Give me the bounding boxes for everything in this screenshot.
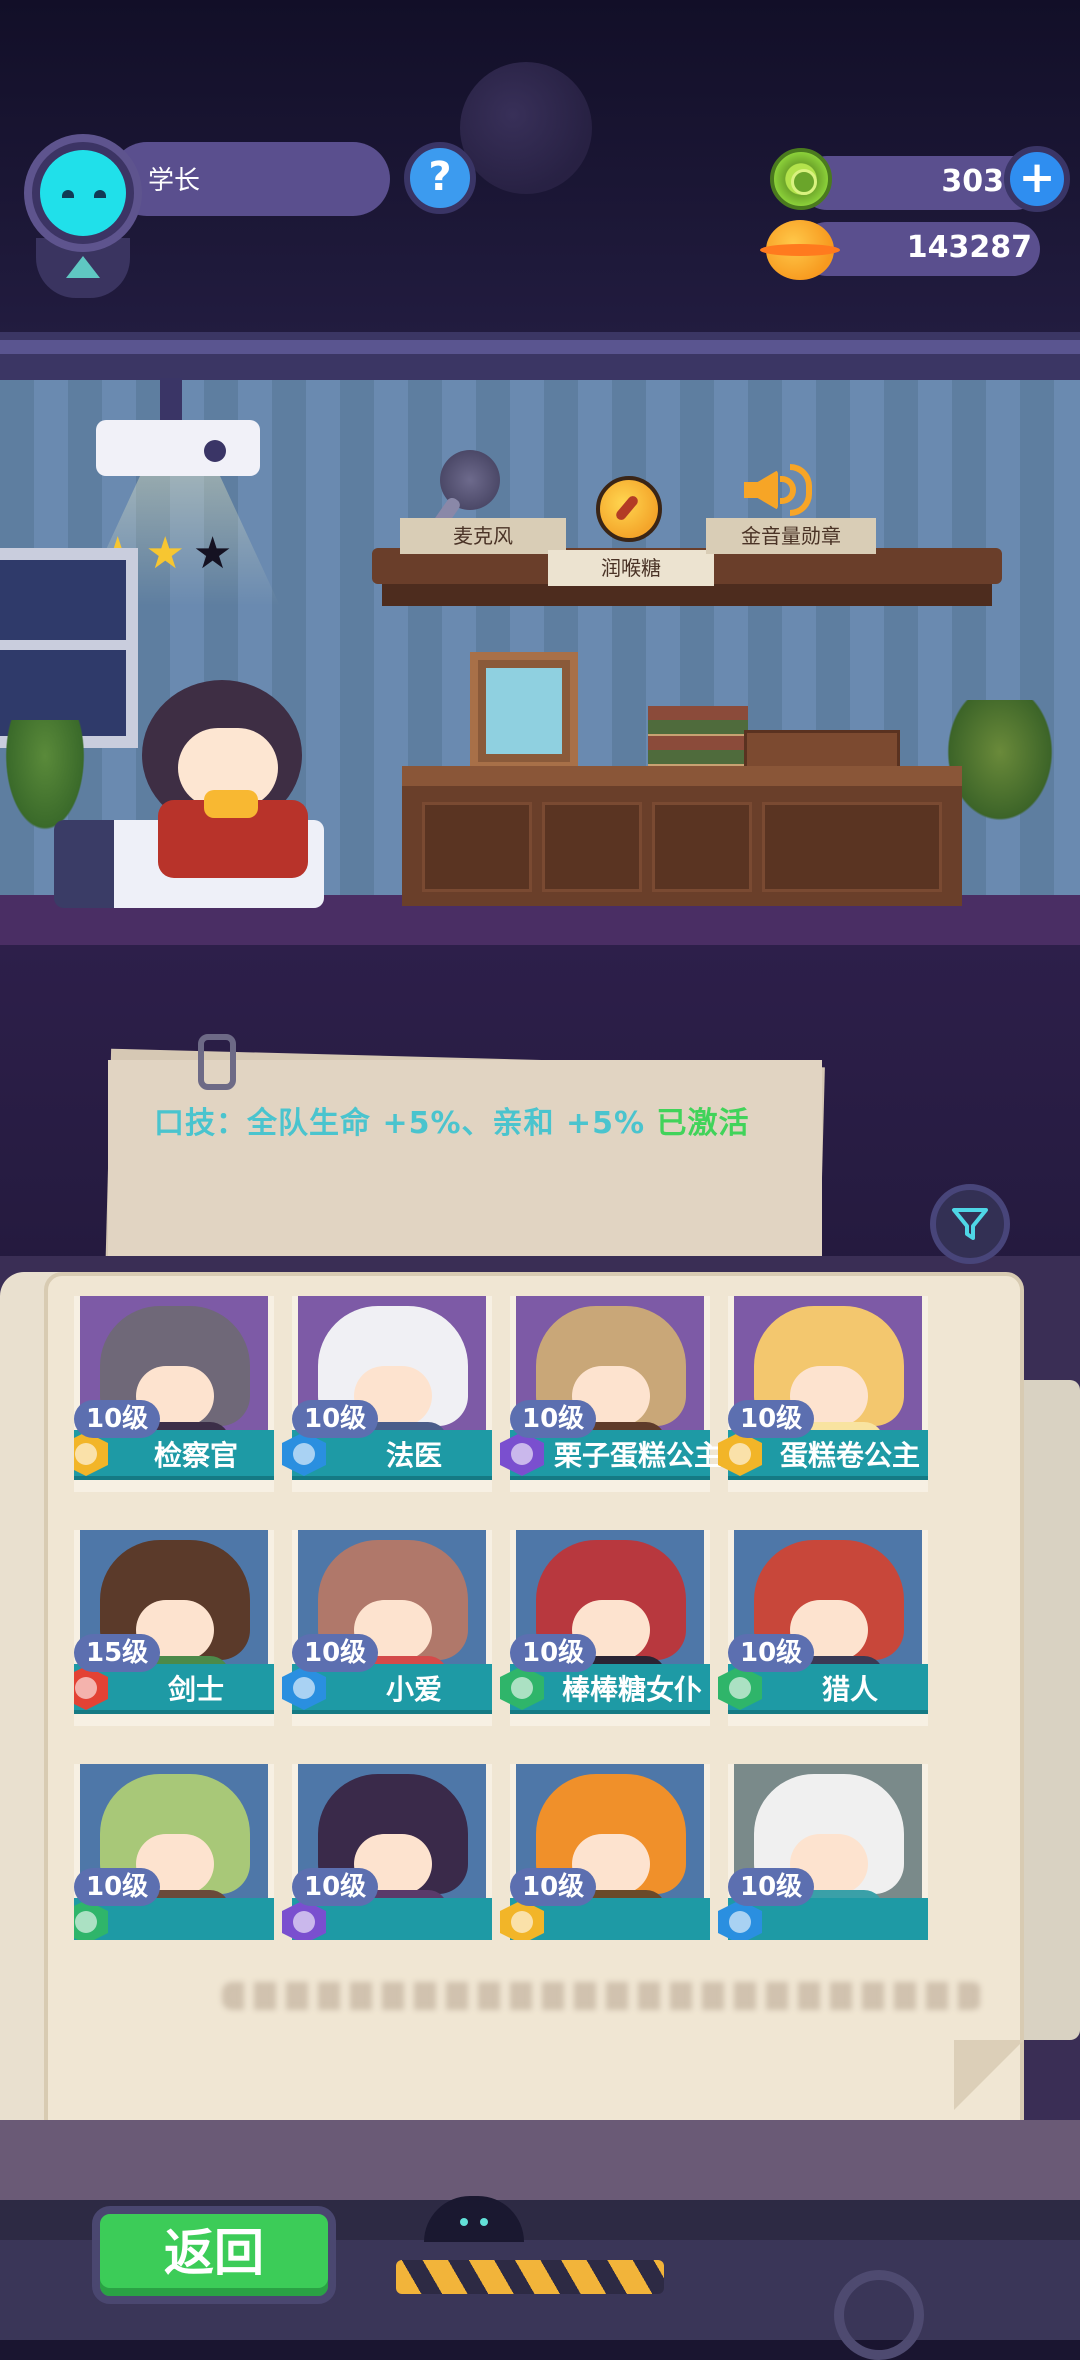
level-badge: 15级	[74, 1634, 161, 1672]
level-badge: 10级	[292, 1400, 379, 1438]
level-badge: 10级	[510, 1868, 597, 1906]
character-card[interactable]: 检察官 10级	[74, 1296, 274, 1492]
character-name: 棒棒糖女仆	[561, 1673, 702, 1706]
character-card[interactable]: 法医 10级	[282, 1296, 492, 1492]
hazard-stripe	[396, 2260, 664, 2294]
help-button[interactable]: ?	[404, 142, 476, 214]
planet-coin-icon	[760, 220, 840, 280]
cat-eye-icon	[94, 190, 106, 198]
level-badge: 10级	[728, 1868, 815, 1906]
skill-description: 口技：全队生命 +5%、亲和 +5% 已激活	[154, 1098, 749, 1142]
shelf-label-speaker-medal[interactable]: 金音量勋章	[706, 518, 876, 554]
character-card[interactable]: 10级	[282, 1764, 492, 1940]
desk-drawer	[762, 802, 942, 892]
add-gem-button[interactable]: +	[1004, 146, 1070, 212]
character-card[interactable]: 10级	[718, 1764, 928, 1940]
book-spine	[0, 2120, 1080, 2210]
desk	[402, 766, 962, 906]
character-name: 法医	[385, 1439, 442, 1472]
window	[0, 548, 138, 748]
room-character[interactable]	[130, 680, 340, 880]
desk-drawer	[652, 802, 752, 892]
shelf-label-microphone[interactable]: 麦克风	[400, 518, 566, 554]
level-badge: 10级	[292, 1868, 379, 1906]
page-footer-text	[222, 1982, 982, 2010]
star-icon: ★	[192, 528, 233, 579]
book-stack	[648, 706, 748, 768]
projector-icon	[96, 420, 260, 476]
character-card[interactable]: 10级	[500, 1764, 710, 1940]
creature-eye	[480, 2218, 488, 2226]
projector-lens-icon	[204, 440, 226, 462]
creature-eye	[460, 2218, 468, 2226]
character-card[interactable]: 蛋糕卷公主 10级	[718, 1296, 928, 1492]
player-name: 学长	[148, 166, 201, 196]
microphone-icon[interactable]	[440, 450, 500, 510]
character-grid: 检察官 10级 法医 10级 栗子蛋糕公主 10级 蛋糕卷公主 10级 剑士 15级 小爱 10级 棒棒…	[74, 1296, 984, 1940]
speaker-medal-icon[interactable]	[744, 460, 818, 520]
filter-button[interactable]	[930, 1184, 1010, 1264]
character-name: 蛋糕卷公主	[779, 1439, 920, 1472]
speaker-body	[744, 470, 778, 510]
filter-icon	[952, 1208, 988, 1240]
skill-status: 已激活	[656, 1106, 750, 1141]
character-card[interactable]: 剑士 15级	[74, 1530, 274, 1726]
star-icon: ★	[145, 528, 185, 579]
level-badge: 10级	[74, 1868, 161, 1906]
level-badge: 10级	[728, 1400, 815, 1438]
shelf-trim	[382, 584, 992, 606]
skill-note-paper	[108, 1060, 822, 1280]
projector-mount	[160, 378, 182, 424]
character-card[interactable]: 栗子蛋糕公主 10级	[500, 1296, 723, 1492]
coin-count: 143287	[906, 230, 1032, 265]
character-name	[336, 1902, 492, 1940]
character-name	[772, 1902, 928, 1940]
sound-wave	[790, 464, 812, 516]
arrow-up-icon	[66, 256, 100, 278]
level-badge: 10级	[510, 1634, 597, 1672]
moon-decoration	[460, 62, 592, 194]
back-button[interactable]: 返回	[92, 2206, 336, 2304]
level-badge: 10级	[292, 1634, 379, 1672]
character-card[interactable]: 小爱 10级	[282, 1530, 492, 1726]
avatar[interactable]	[40, 150, 126, 236]
character-name: 剑士	[167, 1673, 224, 1706]
photo-frame	[470, 652, 578, 770]
room-frame-rail	[0, 340, 1080, 354]
desk-drawer	[422, 802, 532, 892]
cat-ear-icon	[92, 150, 120, 172]
bow-tie-icon	[204, 790, 258, 818]
shelf-label-throat-candy[interactable]: 润喉糖	[548, 550, 714, 586]
character-card[interactable]: 棒棒糖女仆 10级	[500, 1530, 710, 1726]
character-card[interactable]: 猎人 10级	[718, 1530, 928, 1726]
level-badge: 10级	[74, 1400, 161, 1438]
cat-ear-icon	[46, 150, 74, 172]
character-name: 猎人	[821, 1673, 878, 1706]
gem-count: 303	[941, 164, 1004, 199]
gem-icon	[770, 148, 832, 210]
character-name: 栗子蛋糕公主	[554, 1439, 723, 1472]
cat-eye-icon	[62, 190, 74, 198]
character-name: 小爱	[385, 1673, 442, 1706]
throat-candy-icon[interactable]	[596, 476, 662, 542]
skill-text: 口技：全队生命 +5%、亲和 +5%	[154, 1106, 646, 1141]
level-badge: 10级	[510, 1400, 597, 1438]
character-name	[118, 1902, 274, 1940]
paper-clip-icon	[198, 1034, 236, 1090]
character-card[interactable]: 10级	[74, 1764, 274, 1940]
gear-icon	[834, 2270, 924, 2360]
level-badge: 10级	[728, 1634, 815, 1672]
character-name	[554, 1902, 710, 1940]
character-name: 检察官	[153, 1439, 238, 1472]
desk-drawer	[542, 802, 642, 892]
book-page-edge	[1024, 1380, 1080, 2040]
